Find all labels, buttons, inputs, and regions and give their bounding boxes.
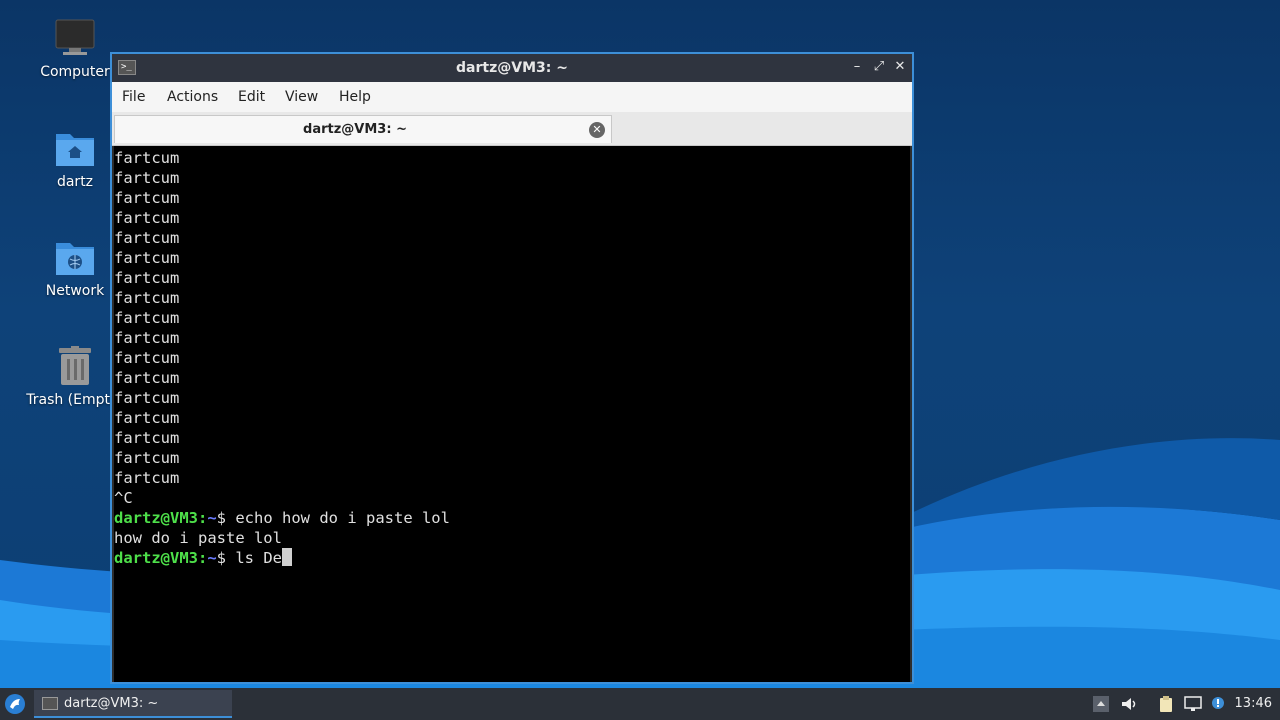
output-line: fartcum <box>114 209 180 227</box>
output-line: fartcum <box>114 369 180 387</box>
window-titlebar[interactable]: >_ dartz@VM3: ~ – ⤢ ✕ <box>112 54 912 82</box>
output-line: fartcum <box>114 389 180 407</box>
output-line: ^C <box>114 489 133 507</box>
tab-close-icon[interactable]: ✕ <box>589 122 605 138</box>
menu-view[interactable]: View <box>285 89 318 105</box>
terminal-output[interactable]: fartcum fartcum fartcum fartcum fartcum … <box>114 146 910 682</box>
menu-edit[interactable]: Edit <box>238 89 265 105</box>
output-line: fartcum <box>114 229 180 247</box>
prompt-path: ~ <box>207 509 217 527</box>
menu-file[interactable]: File <box>122 89 145 105</box>
output-line: fartcum <box>114 189 180 207</box>
menu-help[interactable]: Help <box>339 89 371 105</box>
network-folder-icon <box>56 243 94 275</box>
command-text: echo how do i paste lol <box>235 509 450 527</box>
home-folder-icon <box>56 134 94 166</box>
output-line: fartcum <box>114 429 180 447</box>
output-line: fartcum <box>114 329 180 347</box>
output-line: fartcum <box>114 309 180 327</box>
output-line: fartcum <box>114 249 180 267</box>
taskbar-item-label: dartz@VM3: ~ <box>64 696 159 711</box>
computer-icon <box>55 19 95 55</box>
notification-icon[interactable] <box>1209 695 1227 713</box>
text-cursor <box>282 548 293 566</box>
menu-actions[interactable]: Actions <box>167 89 218 105</box>
prompt-symbol: $ <box>216 549 236 567</box>
output-line: fartcum <box>114 449 180 467</box>
tab-terminal[interactable]: dartz@VM3: ~ ✕ <box>114 115 612 143</box>
prompt-path: ~ <box>207 549 217 567</box>
tab-label: dartz@VM3: ~ <box>303 122 407 137</box>
output-line: fartcum <box>114 149 180 167</box>
trash-icon <box>59 346 91 385</box>
output-line: fartcum <box>114 269 180 287</box>
maximize-button[interactable]: ⤢ <box>870 58 888 76</box>
output-line: fartcum <box>114 409 180 427</box>
output-line: fartcum <box>114 169 180 187</box>
minimize-button[interactable]: – <box>848 58 866 76</box>
prompt-line: dartz@VM3:~$ ls De <box>114 548 910 568</box>
terminal-app-icon <box>42 697 58 710</box>
tray-expand-icon[interactable] <box>1092 695 1110 713</box>
terminal-window: >_ dartz@VM3: ~ – ⤢ ✕ File Actions Edit … <box>110 52 914 684</box>
command-input[interactable]: ls De <box>235 549 282 567</box>
output-line: fartcum <box>114 469 180 487</box>
prompt-line: dartz@VM3:~$ echo how do i paste lol <box>114 508 910 528</box>
volume-icon[interactable] <box>1120 695 1138 713</box>
tab-bar: dartz@VM3: ~ ✕ <box>112 112 912 146</box>
clock[interactable]: 13:46 <box>1235 696 1272 711</box>
prompt-user: dartz@VM3: <box>114 549 208 567</box>
clipboard-icon[interactable] <box>1157 695 1175 713</box>
prompt-symbol: $ <box>216 509 236 527</box>
start-menu-icon[interactable] <box>4 693 26 715</box>
window-title: dartz@VM3: ~ <box>456 60 568 76</box>
taskbar-item-terminal[interactable]: dartz@VM3: ~ <box>34 690 232 718</box>
network-connection-icon[interactable] <box>1184 695 1202 713</box>
output-line: how do i paste lol <box>114 529 282 547</box>
close-button[interactable]: ✕ <box>891 58 909 76</box>
output-line: fartcum <box>114 349 180 367</box>
prompt-user: dartz@VM3: <box>114 509 208 527</box>
menu-bar: File Actions Edit View Help <box>112 82 912 112</box>
output-line: fartcum <box>114 289 180 307</box>
taskbar: dartz@VM3: ~ 13:46 <box>0 688 1280 720</box>
